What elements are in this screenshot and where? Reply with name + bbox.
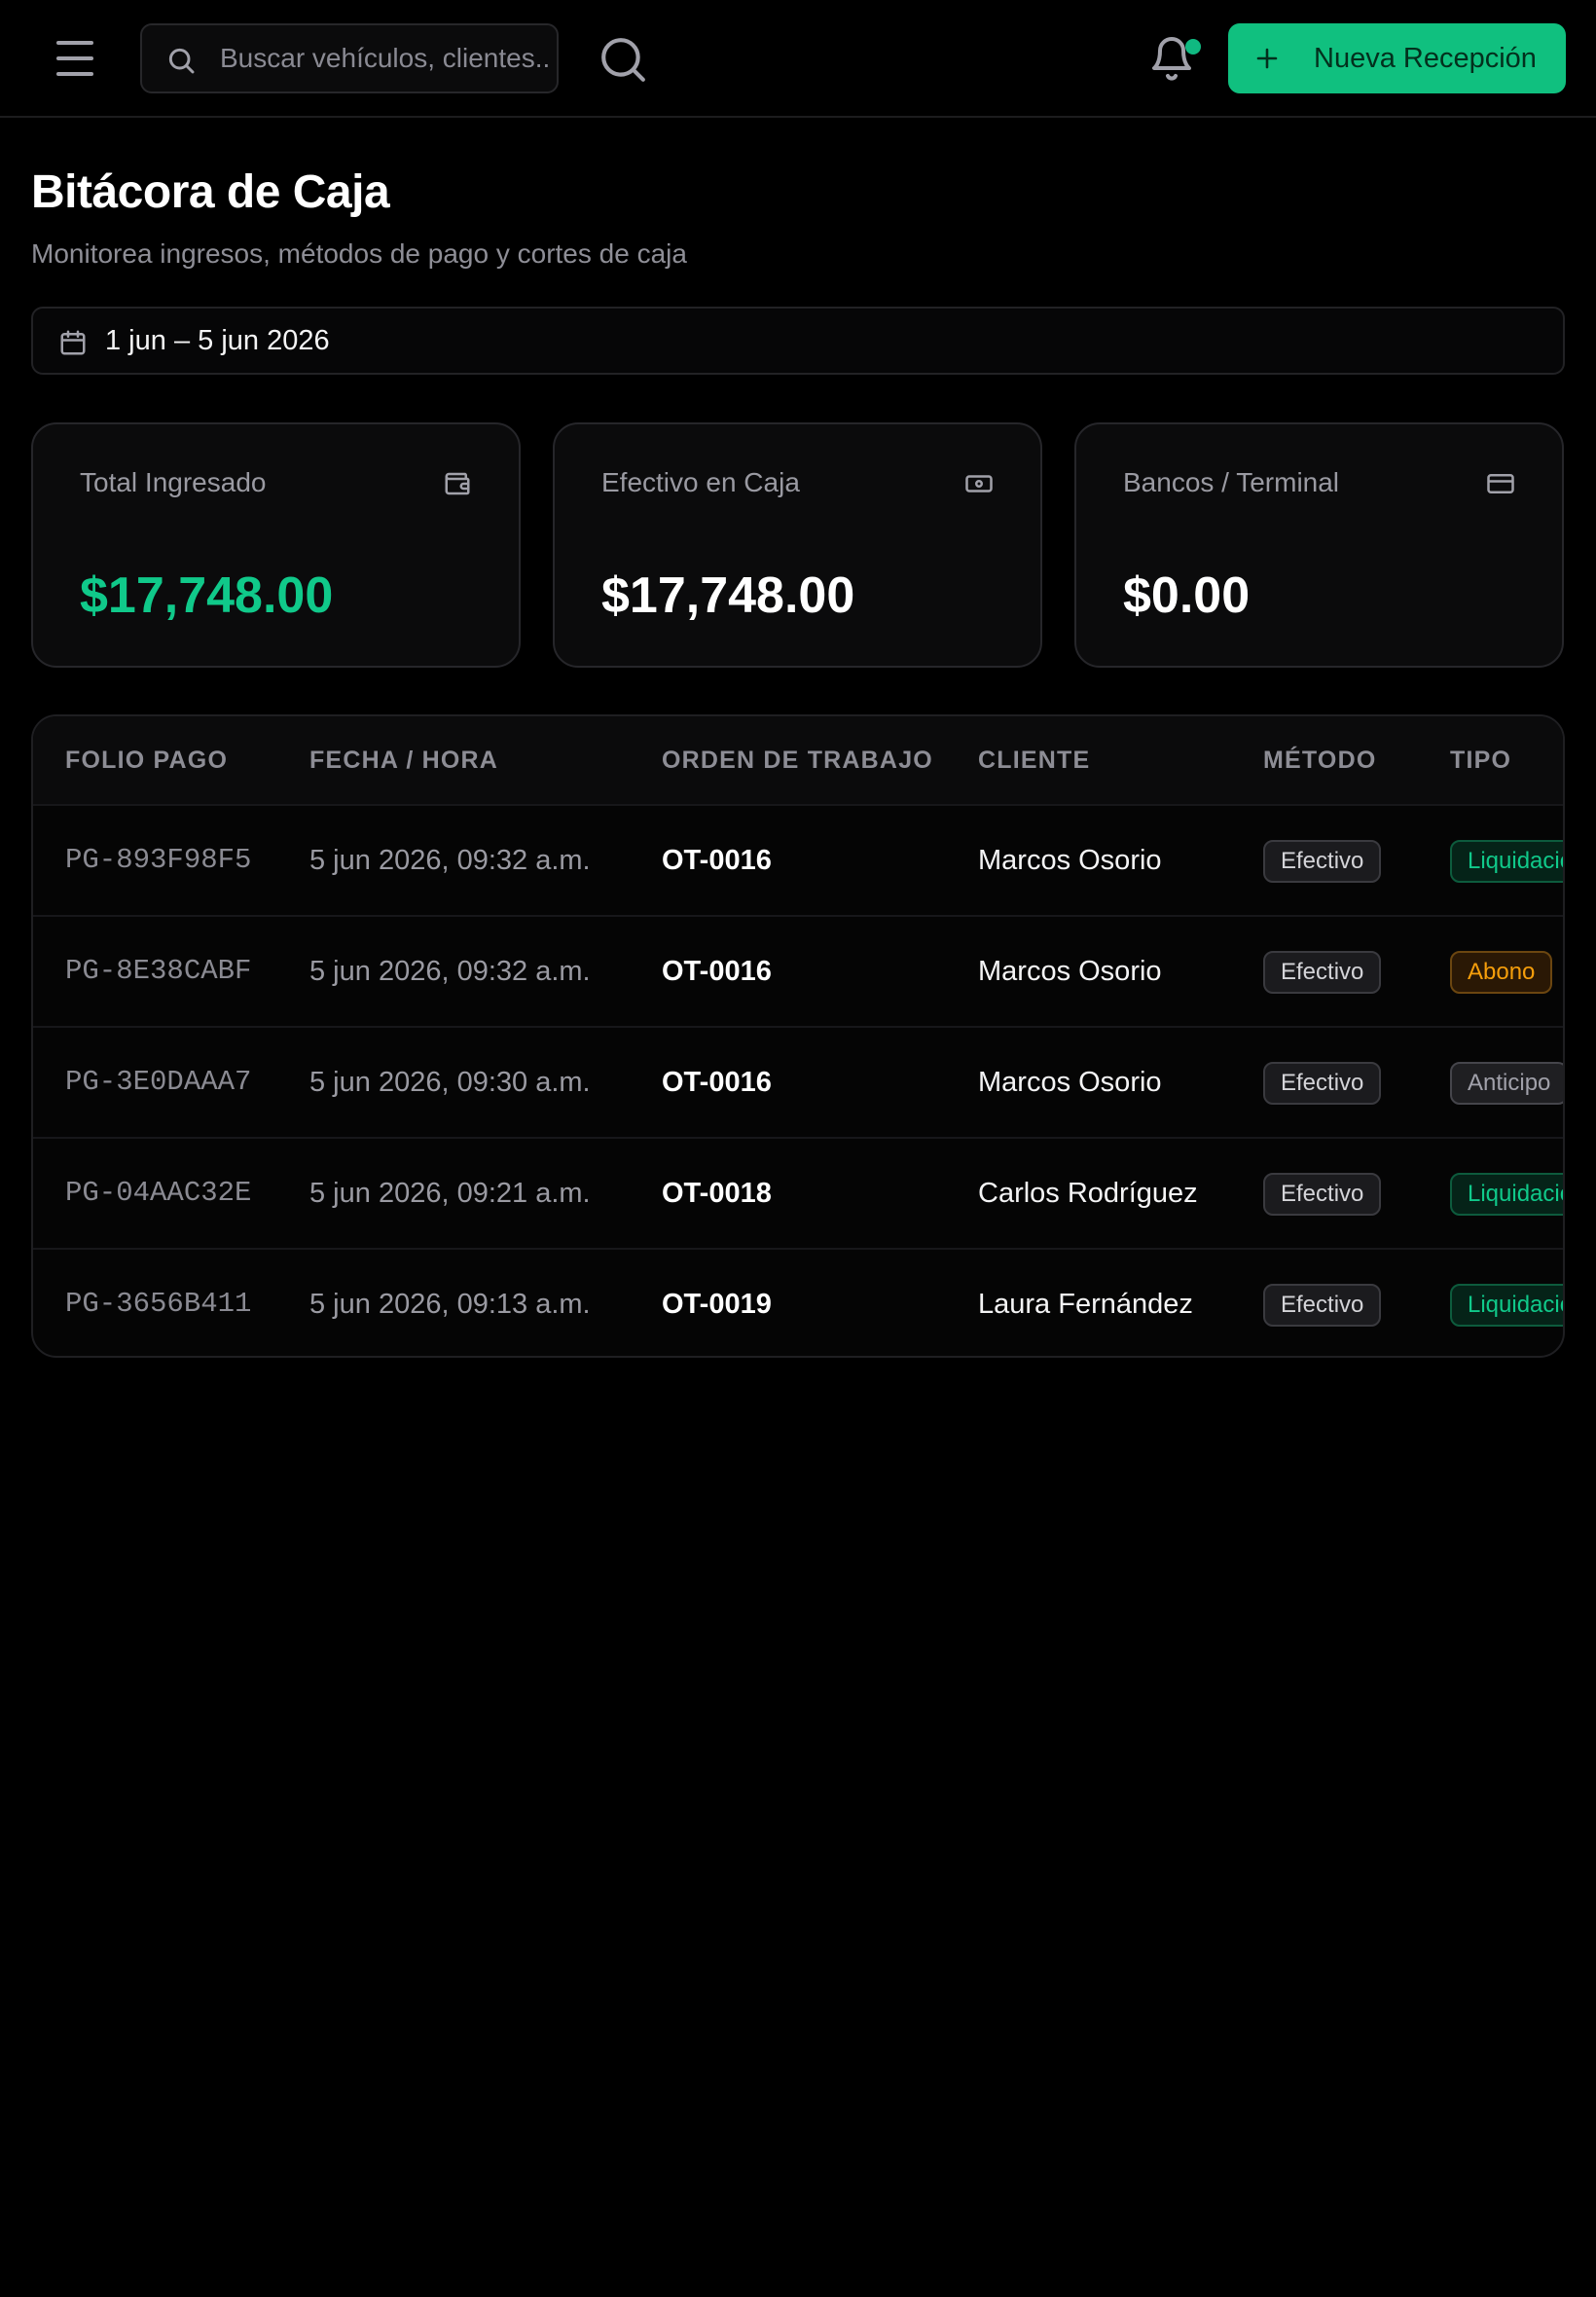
cell-folio: PG-8E38CABF (65, 955, 252, 987)
column-header-client[interactable]: CLIENTE (978, 716, 1090, 804)
table-row[interactable]: PG-3656B411 5 jun 2026, 09:13 a.m. OT-00… (33, 1248, 1563, 1356)
card-value: $0.00 (1123, 567, 1251, 624)
credit-card-icon (1487, 474, 1514, 493)
cell-date: 5 jun 2026, 09:30 a.m. (309, 1067, 591, 1098)
payments-table: FOLIO PAGO FECHA / HORA ORDEN DE TRABAJO… (31, 714, 1565, 1358)
cell-folio: PG-893F98F5 (65, 844, 252, 876)
cell-folio: PG-3656B411 (65, 1288, 252, 1320)
method-badge: Efectivo (1263, 1284, 1382, 1327)
column-header-method[interactable]: MÉTODO (1263, 716, 1376, 804)
cell-work-order[interactable]: OT-0016 (662, 1028, 772, 1137)
plus-icon (1256, 48, 1278, 69)
column-header-type[interactable]: TIPO (1450, 716, 1511, 804)
table-header: FOLIO PAGO FECHA / HORA ORDEN DE TRABAJO… (33, 716, 1563, 804)
cell-work-order[interactable]: OT-0018 (662, 1139, 772, 1248)
cell-client: Marcos Osorio (978, 956, 1162, 987)
type-badge: Liquidación (1450, 1284, 1563, 1327)
notification-dot (1185, 39, 1201, 55)
cell-work-order[interactable]: OT-0019 (662, 1250, 772, 1356)
table-row[interactable]: PG-893F98F5 5 jun 2026, 09:32 a.m. OT-00… (33, 804, 1563, 915)
search-input[interactable] (220, 25, 551, 91)
search-button-icon[interactable] (598, 35, 647, 84)
cell-client: Marcos Osorio (978, 1067, 1162, 1098)
cell-client: Laura Fernández (978, 1289, 1193, 1320)
cell-folio: PG-04AAC32E (65, 1177, 252, 1209)
cell-date: 5 jun 2026, 09:32 a.m. (309, 956, 591, 987)
card-label: Total Ingresado (80, 467, 267, 497)
cell-date: 5 jun 2026, 09:21 a.m. (309, 1178, 591, 1209)
card-cash-in-register: Efectivo en Caja $17,748.00 (553, 422, 1042, 668)
table-row[interactable]: PG-3E0DAAA7 5 jun 2026, 09:30 a.m. OT-00… (33, 1026, 1563, 1137)
search-icon (168, 48, 195, 74)
date-range-text: 1 jun – 5 jun 2026 (105, 325, 330, 356)
card-banks-terminal: Bancos / Terminal $0.00 (1074, 422, 1564, 668)
cell-date: 5 jun 2026, 09:13 a.m. (309, 1289, 591, 1320)
menu-icon[interactable] (54, 39, 97, 78)
banknote-icon (965, 475, 993, 492)
type-badge: Abono (1450, 951, 1553, 994)
method-badge: Efectivo (1263, 1062, 1382, 1105)
top-bar: Nueva Recepción (0, 0, 1596, 118)
card-total-income: Total Ingresado $17,748.00 (31, 422, 521, 668)
card-label: Efectivo en Caja (601, 467, 800, 497)
table-row[interactable]: PG-8E38CABF 5 jun 2026, 09:32 a.m. OT-00… (33, 915, 1563, 1026)
page-title: Bitácora de Caja (31, 166, 390, 218)
method-badge: Efectivo (1263, 1173, 1382, 1216)
cell-client: Marcos Osorio (978, 845, 1162, 876)
new-reception-label: Nueva Recepción (1314, 43, 1537, 74)
table-row[interactable]: PG-04AAC32E 5 jun 2026, 09:21 a.m. OT-00… (33, 1137, 1563, 1248)
method-badge: Efectivo (1263, 840, 1382, 883)
type-badge: Anticipo (1450, 1062, 1563, 1105)
cell-work-order[interactable]: OT-0016 (662, 806, 772, 915)
method-badge: Efectivo (1263, 951, 1382, 994)
cell-folio: PG-3E0DAAA7 (65, 1066, 252, 1098)
new-reception-button[interactable]: Nueva Recepción (1228, 23, 1566, 93)
type-badge: Liquidación (1450, 1173, 1563, 1216)
page-subtitle: Monitorea ingresos, métodos de pago y co… (31, 238, 687, 269)
card-value: $17,748.00 (80, 567, 334, 624)
cell-client: Carlos Rodríguez (978, 1178, 1198, 1209)
cell-date: 5 jun 2026, 09:32 a.m. (309, 845, 591, 876)
date-range-picker[interactable]: 1 jun – 5 jun 2026 (31, 307, 1565, 375)
calendar-icon (60, 330, 86, 355)
column-header-folio[interactable]: FOLIO PAGO (65, 716, 228, 804)
type-badge: Liquidación (1450, 840, 1563, 883)
wallet-icon (445, 472, 470, 495)
card-value: $17,748.00 (601, 567, 855, 624)
card-label: Bancos / Terminal (1123, 467, 1340, 497)
search-box[interactable] (140, 23, 559, 93)
column-header-work-order[interactable]: ORDEN DE TRABAJO (662, 716, 933, 804)
cell-work-order[interactable]: OT-0016 (662, 917, 772, 1026)
column-header-date[interactable]: FECHA / HORA (309, 716, 498, 804)
